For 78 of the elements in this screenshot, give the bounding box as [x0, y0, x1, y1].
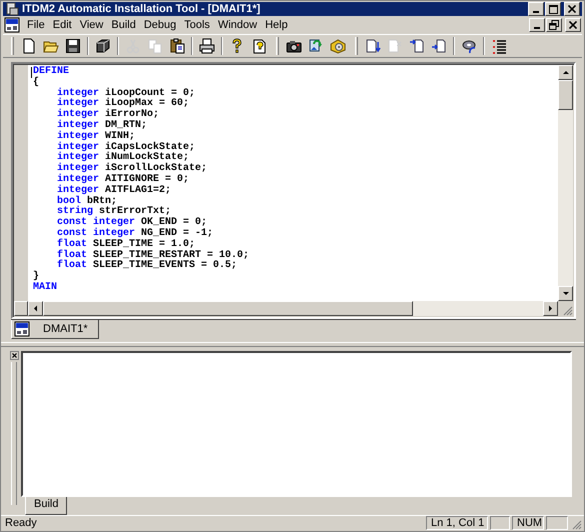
printer-icon[interactable] [199, 38, 215, 54]
code-line: string strErrorTxt; [56, 207, 172, 218]
code-line: { [33, 78, 40, 89]
question-page-icon[interactable] [251, 38, 267, 54]
code-line: } [33, 272, 40, 282]
code-line: integer iLoopCount = 0; [56, 88, 196, 99]
package-icon[interactable] [330, 38, 346, 54]
status-text: Ready [5, 517, 38, 529]
close-icon[interactable] [10, 351, 18, 360]
minimize-button[interactable] [528, 2, 544, 16]
list-icon[interactable] [491, 38, 507, 54]
document-icon [14, 321, 30, 337]
code-line: integer AITFLAG1=2; [56, 186, 172, 196]
code-line: integer DM_RTN; [56, 120, 148, 131]
close-icon [568, 5, 576, 13]
menu-item[interactable]: Build [107, 19, 140, 31]
menu-item[interactable]: Debug [140, 19, 180, 31]
scroll-right-button[interactable] [543, 301, 558, 316]
code-line: MAIN [33, 282, 58, 294]
cube-icon[interactable] [95, 38, 111, 54]
restore-button[interactable] [546, 18, 562, 32]
page-arrow-icon[interactable] [409, 38, 425, 54]
page-arrow-icon[interactable] [365, 38, 381, 54]
code-line: integer WINH; [56, 132, 136, 142]
scroll-up-button[interactable] [558, 65, 573, 80]
code-line: bool bRtn; [56, 196, 118, 207]
code-line: integer iNumLockState; [56, 153, 190, 164]
code-line: integer iErrorNo; [56, 110, 160, 120]
close-button[interactable] [564, 2, 580, 16]
clipboard-icon[interactable] [169, 38, 185, 54]
menu-item[interactable]: File [23, 19, 49, 31]
restore-icon [549, 20, 559, 30]
pane-grip[interactable] [11, 362, 17, 505]
scroll-left-button[interactable] [28, 301, 43, 316]
camera-icon[interactable] [286, 38, 302, 54]
minimize-icon [534, 26, 540, 28]
resize-grip-icon[interactable] [570, 518, 582, 530]
document-tab[interactable]: DMAIT1* [11, 320, 99, 339]
code-line: integer iScrollLockState; [56, 164, 208, 174]
down-arrow-icon [560, 289, 570, 298]
scroll-thumb[interactable] [43, 301, 413, 316]
scroll-thumb[interactable] [558, 80, 573, 110]
page-arrow-icon[interactable] [431, 38, 447, 54]
code-line: integer iCapsLockState; [56, 142, 196, 153]
code-line: integer iLoopMax = 60; [56, 99, 190, 110]
scroll-down-button[interactable] [558, 286, 573, 301]
code-line: float SLEEP_TIME_EVENTS = 0.5; [56, 261, 238, 272]
menu-item[interactable]: View [76, 19, 108, 31]
arrows-icon[interactable] [308, 38, 324, 54]
code-line: DEFINE [33, 67, 70, 77]
text-cursor [31, 67, 32, 78]
code-line: float SLEEP_TIME_RESTART = 10.0; [56, 250, 250, 261]
menu-item[interactable]: Window [214, 19, 262, 31]
status-pane: NUM [512, 516, 544, 530]
maximize-button[interactable] [545, 2, 561, 16]
disc-arrow-icon[interactable] [461, 38, 477, 54]
output-tab[interactable]: Build [25, 497, 68, 515]
app-icon [5, 2, 19, 16]
max-icon [548, 4, 558, 14]
status-pane: Ln 1, Col 1 [426, 516, 488, 530]
up-arrow-icon [560, 68, 570, 77]
code-line: const integer OK_END = 0; [56, 218, 208, 228]
right-arrow-icon [546, 304, 555, 313]
vertical-scrollbar[interactable] [558, 65, 573, 301]
window-title: ITDM2 Automatic Installation Tool - [DMAIT1*] [22, 3, 262, 15]
resize-grip-icon[interactable] [561, 304, 573, 316]
code-line: integer AITIGNORE = 0; [56, 174, 190, 185]
menu-item[interactable]: Tools [180, 19, 214, 31]
code-line: const integer NG_END = -1; [56, 228, 214, 239]
close-button[interactable] [565, 18, 581, 32]
menu-item[interactable]: Edit [48, 19, 76, 31]
minimize-button[interactable] [529, 18, 545, 32]
document-icon[interactable] [21, 38, 37, 54]
split-handle[interactable] [14, 301, 28, 316]
minimize-icon [533, 10, 539, 12]
close-icon [569, 21, 577, 29]
menu-item[interactable]: Help [261, 19, 292, 31]
code-line: float SLEEP_TIME = 1.0; [56, 240, 196, 250]
